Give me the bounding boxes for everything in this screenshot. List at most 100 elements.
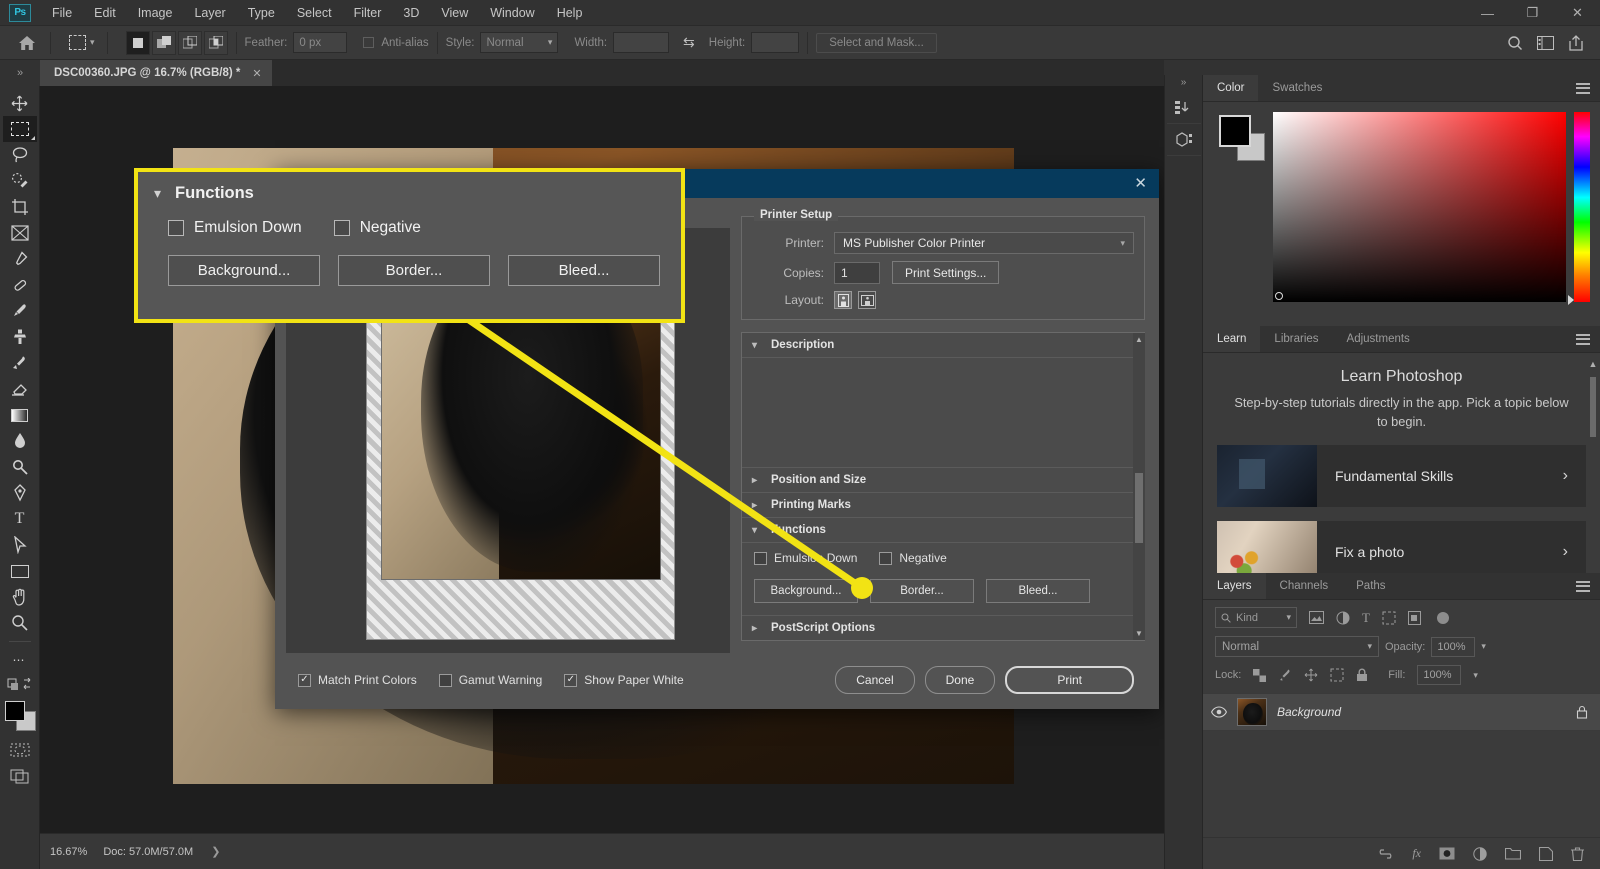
menu-3d[interactable]: 3D [392,2,430,24]
tab-color[interactable]: Color [1203,75,1259,101]
path-selection-tool[interactable] [3,532,37,558]
eyedropper-tool[interactable] [3,246,37,272]
menu-type[interactable]: Type [237,2,286,24]
panel-menu-icon[interactable] [1576,75,1600,101]
show-paper-white-checkbox[interactable]: ✓ [564,673,578,687]
panel-menu-icon[interactable] [1576,573,1600,599]
learn-panel-scrollbar[interactable]: ▲ ▼ [1588,359,1598,594]
tab-swatches[interactable]: Swatches [1258,75,1336,101]
chevron-down-icon[interactable]: ▼ [1135,629,1143,638]
brush-tool[interactable] [3,298,37,324]
pen-tool[interactable] [3,480,37,506]
workspace-icon[interactable] [1537,35,1554,50]
quick-mask-icon[interactable] [3,737,37,763]
tab-libraries[interactable]: Libraries [1260,326,1332,352]
chevron-right-icon[interactable]: ❯ [211,845,220,858]
image-filter-icon[interactable] [1309,611,1324,624]
collapse-panels-icon[interactable]: » [2,60,38,86]
match-print-colors-checkbox[interactable]: ✓ [298,673,311,687]
swap-arrows-icon[interactable]: ⇆ [683,34,695,51]
lasso-tool[interactable] [3,142,37,168]
frame-tool[interactable] [3,220,37,246]
blur-tool[interactable] [3,428,37,454]
callout-emulsion-down-row[interactable]: Emulsion Down [168,219,302,237]
foreground-color-swatch[interactable] [1219,115,1251,147]
tab-channels[interactable]: Channels [1266,573,1343,599]
adjustment-filter-icon[interactable] [1336,611,1350,625]
width-input[interactable] [613,32,670,53]
crop-tool[interactable] [3,194,37,220]
tab-layers[interactable]: Layers [1203,573,1266,599]
callout-border-button[interactable]: Border... [338,255,490,286]
rectangular-marquee-tool[interactable] [2,116,37,142]
layer-style-fx-icon[interactable]: fx [1412,846,1421,861]
select-and-mask-button[interactable]: Select and Mask... [816,32,937,53]
close-window-button[interactable]: ✕ [1555,0,1600,26]
chevron-right-icon[interactable]: › [1563,467,1586,485]
anti-alias-checkbox[interactable] [363,37,375,48]
opacity-input[interactable]: 100% [1431,636,1476,657]
subtract-from-selection-button[interactable] [177,30,202,55]
rectangle-tool[interactable] [3,558,37,584]
printer-select[interactable]: MS Publisher Color Printer ▾ [834,232,1134,254]
section-header-postscript-options[interactable]: ▸ PostScript Options [742,616,1144,640]
height-input[interactable] [751,32,800,53]
section-header-position-and-size[interactable]: ▸ Position and Size [742,468,1144,493]
scrollbar-thumb[interactable] [1590,377,1596,437]
callout-bleed-button[interactable]: Bleed... [508,255,660,286]
menu-filter[interactable]: Filter [343,2,393,24]
lock-transparent-pixels-icon[interactable] [1253,668,1267,682]
3d-icon[interactable] [1166,124,1201,156]
menu-help[interactable]: Help [546,2,594,24]
layer-name[interactable]: Background [1277,705,1341,719]
link-layers-icon[interactable] [1377,848,1394,860]
screen-mode-icon[interactable] [3,763,37,789]
negative-checkbox-row[interactable]: Negative [879,551,947,565]
chevron-right-icon[interactable]: › [1563,543,1586,561]
menu-window[interactable]: Window [479,2,545,24]
panel-menu-icon[interactable] [1576,326,1600,352]
menu-select[interactable]: Select [286,2,343,24]
hue-slider[interactable] [1568,112,1590,305]
lock-all-icon[interactable] [1356,668,1368,682]
lock-position-icon[interactable] [1304,668,1318,682]
layer-mask-icon[interactable] [1439,847,1455,860]
accordion-scrollbar[interactable]: ▲ ▼ [1133,333,1145,640]
object-selection-tool[interactable] [3,168,37,194]
spot-healing-brush-tool[interactable] [3,272,37,298]
done-button[interactable]: Done [924,666,996,694]
feather-input[interactable]: 0 px [293,32,348,53]
callout-negative-row[interactable]: Negative [333,219,421,237]
emulsion-down-checkbox-row[interactable]: Emulsion Down [754,551,857,565]
lock-artboard-icon[interactable] [1330,668,1344,682]
chevron-down-icon[interactable]: ▾ [1473,670,1478,681]
show-paper-white-row[interactable]: ✓ Show Paper White [564,673,684,687]
color-picker-field[interactable] [1273,112,1566,302]
fill-input[interactable]: 100% [1417,665,1462,685]
menu-file[interactable]: File [41,2,83,24]
border-button[interactable]: Border... [870,579,974,603]
active-tool-preset[interactable]: ▾ [65,33,99,52]
type-filter-icon[interactable]: T [1362,610,1370,626]
adjustment-layer-icon[interactable] [1473,846,1487,861]
hand-tool[interactable] [3,584,37,610]
minimize-button[interactable]: — [1465,0,1510,26]
share-icon[interactable] [1568,34,1584,51]
section-header-description[interactable]: ▾ Description [742,333,1144,358]
negative-checkbox[interactable] [879,551,893,565]
menu-image[interactable]: Image [127,2,184,24]
menu-edit[interactable]: Edit [83,2,127,24]
menu-layer[interactable]: Layer [183,2,236,24]
background-button[interactable]: Background... [754,579,858,603]
clone-stamp-tool[interactable] [3,324,37,350]
gamut-warning-row[interactable]: Gamut Warning [438,673,542,687]
type-tool[interactable]: T [3,506,37,532]
gradient-tool[interactable] [3,402,37,428]
bleed-button[interactable]: Bleed... [986,579,1090,603]
style-select[interactable]: Normal ▾ [480,32,559,53]
chevron-down-icon[interactable]: ▾ [1481,641,1486,652]
lock-icon[interactable] [1576,705,1588,719]
menu-view[interactable]: View [430,2,479,24]
zoom-tool[interactable] [3,610,37,636]
callout-emulsion-down-checkbox[interactable] [168,220,184,236]
